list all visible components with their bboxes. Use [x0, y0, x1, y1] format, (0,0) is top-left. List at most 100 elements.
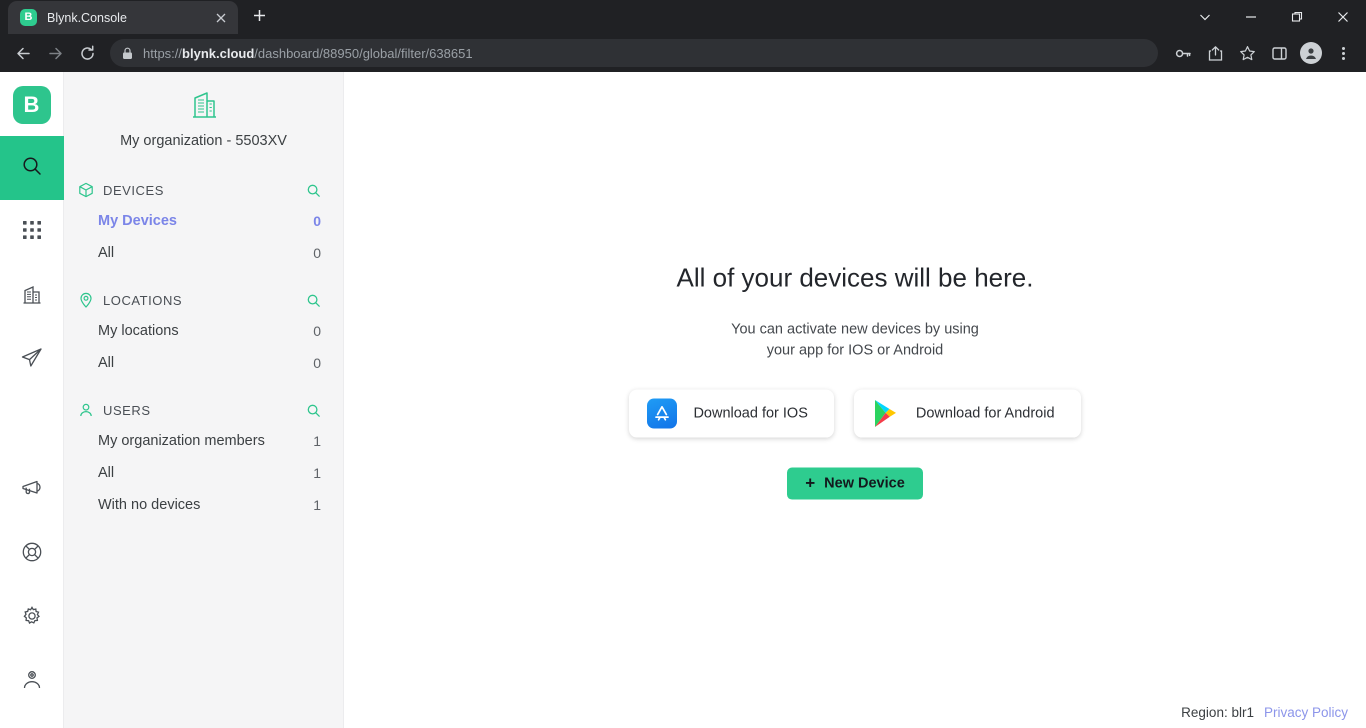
- main-content: All of your devices will be here. You ca…: [344, 72, 1366, 728]
- tab-title: Blynk.Console: [47, 10, 127, 25]
- empty-state-subtitle: You can activate new devices by using yo…: [344, 320, 1366, 362]
- filter-label: My locations: [98, 323, 179, 339]
- empty-state-title: All of your devices will be here.: [676, 262, 1034, 293]
- new-device-button[interactable]: + New Device: [787, 467, 923, 500]
- download-android-button[interactable]: Download for Android: [853, 389, 1081, 438]
- browser-titlebar: B Blynk.Console: [0, 0, 1366, 34]
- search-icon-devices[interactable]: [306, 183, 321, 198]
- rail-item-announcements[interactable]: [0, 458, 64, 522]
- user-account-icon: [20, 668, 44, 697]
- back-arrow-icon[interactable]: [8, 38, 38, 68]
- rail-item-apps[interactable]: [0, 200, 64, 264]
- map-pin-icon: [78, 292, 94, 308]
- rail-item-organization[interactable]: [0, 264, 64, 328]
- section-header-users: USERS: [64, 395, 343, 425]
- rail-item-send[interactable]: [0, 328, 64, 392]
- section-title-users: USERS: [103, 402, 151, 418]
- filter-row-my-locations[interactable]: My locations 0: [64, 315, 343, 347]
- filter-label: With no devices: [98, 497, 201, 513]
- filter-row-org-members[interactable]: My organization members 1: [64, 425, 343, 457]
- download-android-label: Download for Android: [915, 405, 1055, 422]
- toolbar-icons: [1168, 38, 1358, 68]
- organization-header[interactable]: My organization - 5503XV: [64, 82, 343, 159]
- organization-building-icon: [20, 282, 44, 311]
- section-title-locations: LOCATIONS: [103, 292, 183, 308]
- life-ring-support-icon: [20, 540, 44, 569]
- profile-avatar-icon[interactable]: [1300, 42, 1322, 64]
- bookmark-star-icon[interactable]: [1232, 38, 1262, 68]
- apps-grid-icon: [21, 219, 43, 246]
- three-dot-menu-icon[interactable]: [1328, 38, 1358, 68]
- filter-label: All: [98, 245, 115, 261]
- address-bar[interactable]: https://blynk.cloud/dashboard/88950/glob…: [110, 39, 1158, 67]
- empty-state-subtitle-line1: You can activate new devices by using: [731, 321, 979, 338]
- filter-count: 0: [313, 323, 321, 339]
- filter-row-users-no-devices[interactable]: With no devices 1: [64, 489, 343, 521]
- app-viewport: B My organization - 5503XV DEVICES My De…: [0, 72, 1366, 728]
- filter-label: My Devices: [98, 213, 177, 229]
- tab-close-icon[interactable]: [212, 9, 230, 27]
- close-window-icon[interactable]: [1320, 0, 1366, 34]
- tab-favicon: B: [20, 9, 37, 26]
- rail-item-account[interactable]: [0, 650, 64, 714]
- download-ios-button[interactable]: Download for IOS: [629, 389, 834, 438]
- rail-item-support[interactable]: [0, 522, 64, 586]
- footer: Region: blr1 Privacy Policy: [1181, 705, 1348, 720]
- browser-window: B Blynk.Console https://blynk.cloud/dash…: [0, 0, 1366, 728]
- section-header-devices: DEVICES: [64, 175, 343, 205]
- gear-settings-icon: [20, 604, 44, 633]
- filter-row-users-all[interactable]: All 1: [64, 457, 343, 489]
- reload-icon[interactable]: [72, 38, 102, 68]
- search-icon: [20, 154, 44, 183]
- filter-count: 0: [313, 355, 321, 371]
- cube-icon: [78, 182, 94, 198]
- key-icon[interactable]: [1168, 38, 1198, 68]
- new-device-label: New Device: [824, 475, 905, 492]
- filter-panel: My organization - 5503XV DEVICES My Devi…: [64, 72, 344, 728]
- filter-row-devices-all[interactable]: All 0: [64, 237, 343, 269]
- rail-item-settings[interactable]: [0, 586, 64, 650]
- plus-icon: +: [805, 473, 816, 493]
- app-icon-rail: B: [0, 72, 64, 728]
- url-text: https://blynk.cloud/dashboard/88950/glob…: [143, 45, 473, 61]
- filter-label: My organization members: [98, 433, 265, 449]
- download-ios-label: Download for IOS: [693, 405, 808, 422]
- google-play-icon: [872, 399, 900, 429]
- new-tab-button[interactable]: [244, 2, 274, 32]
- building-icon: [186, 92, 222, 126]
- window-controls: [1182, 0, 1366, 34]
- url-path: /dashboard/88950/global/filter/638651: [254, 45, 473, 61]
- url-domain: blynk.cloud: [182, 45, 255, 61]
- filter-count: 1: [313, 497, 321, 513]
- search-icon-users[interactable]: [306, 403, 321, 418]
- section-title-devices: DEVICES: [103, 182, 164, 198]
- filter-row-my-devices[interactable]: My Devices 0: [64, 205, 343, 237]
- rail-item-search[interactable]: [0, 136, 64, 200]
- filter-count: 0: [313, 213, 321, 229]
- minimize-icon[interactable]: [1228, 0, 1274, 34]
- maximize-icon[interactable]: [1274, 0, 1320, 34]
- filter-row-locations-all[interactable]: All 0: [64, 347, 343, 379]
- privacy-policy-link[interactable]: Privacy Policy: [1264, 705, 1348, 720]
- user-icon: [78, 402, 94, 418]
- empty-state: All of your devices will be here. You ca…: [344, 263, 1366, 500]
- forward-arrow-icon[interactable]: [40, 38, 70, 68]
- filter-count: 1: [313, 465, 321, 481]
- empty-state-subtitle-line2: your app for IOS or Android: [766, 342, 944, 359]
- browser-toolbar: https://blynk.cloud/dashboard/88950/glob…: [0, 34, 1366, 72]
- filter-count: 1: [313, 433, 321, 449]
- side-panel-icon[interactable]: [1264, 38, 1294, 68]
- store-buttons: Download for IOS Download for Android: [344, 389, 1366, 438]
- blynk-logo[interactable]: B: [12, 86, 51, 124]
- megaphone-icon: [20, 476, 44, 505]
- filter-label: All: [98, 465, 115, 481]
- tab-search-icon[interactable]: [1182, 0, 1228, 34]
- browser-tab[interactable]: B Blynk.Console: [8, 1, 238, 34]
- paper-plane-icon: [20, 346, 44, 375]
- filter-label: All: [98, 355, 115, 371]
- section-header-locations: LOCATIONS: [64, 285, 343, 315]
- section-devices: DEVICES My Devices 0 All 0: [64, 175, 343, 269]
- new-device-wrapper: + New Device: [344, 467, 1366, 500]
- share-icon[interactable]: [1200, 38, 1230, 68]
- search-icon-locations[interactable]: [306, 293, 321, 308]
